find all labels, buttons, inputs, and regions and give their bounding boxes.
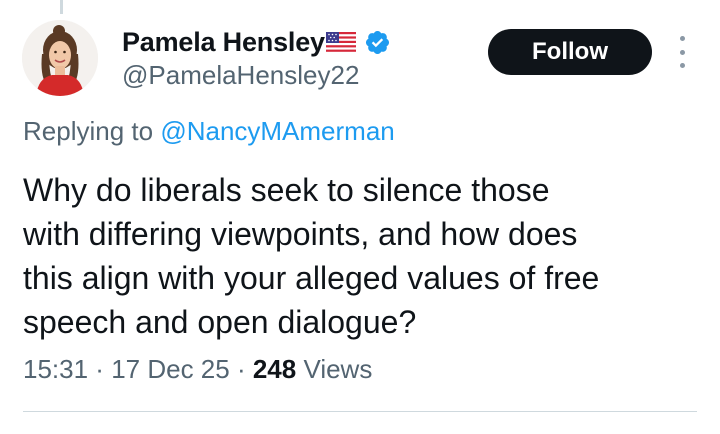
thread-connector-line	[60, 0, 63, 14]
author-display-name[interactable]: Pamela Hensley	[122, 27, 325, 58]
author-name-row: Pamela Hensley	[122, 24, 391, 60]
reply-mention-link[interactable]: @NancyMAmerman	[160, 116, 394, 146]
divider	[23, 411, 697, 412]
tweet-date[interactable]: 17 Dec 25	[111, 354, 230, 384]
more-vertical-icon[interactable]	[672, 36, 692, 68]
meta-separator: ·	[88, 354, 112, 384]
tweet-detail: Pamela Hensley @PamelaHensley22 Follow R…	[0, 0, 720, 434]
follow-button[interactable]: Follow	[488, 29, 652, 75]
reply-context-prefix: Replying to	[23, 116, 161, 146]
views-count[interactable]: 248	[253, 354, 296, 384]
tweet-meta: 15:31 · 17 Dec 25 · 248 Views	[23, 354, 372, 385]
avatar[interactable]	[22, 20, 98, 96]
verified-badge-icon[interactable]	[364, 29, 391, 56]
reply-context: Replying to @NancyMAmerman	[23, 116, 395, 147]
tweet-time[interactable]: 15:31	[23, 354, 88, 384]
avatar-image	[22, 20, 98, 96]
meta-separator: ·	[229, 354, 253, 384]
views-label: Views	[296, 354, 373, 384]
author-handle[interactable]: @PamelaHensley22	[122, 60, 359, 91]
tweet-text: Why do liberals seek to silence those wi…	[23, 172, 600, 340]
us-flag-icon	[325, 31, 358, 53]
